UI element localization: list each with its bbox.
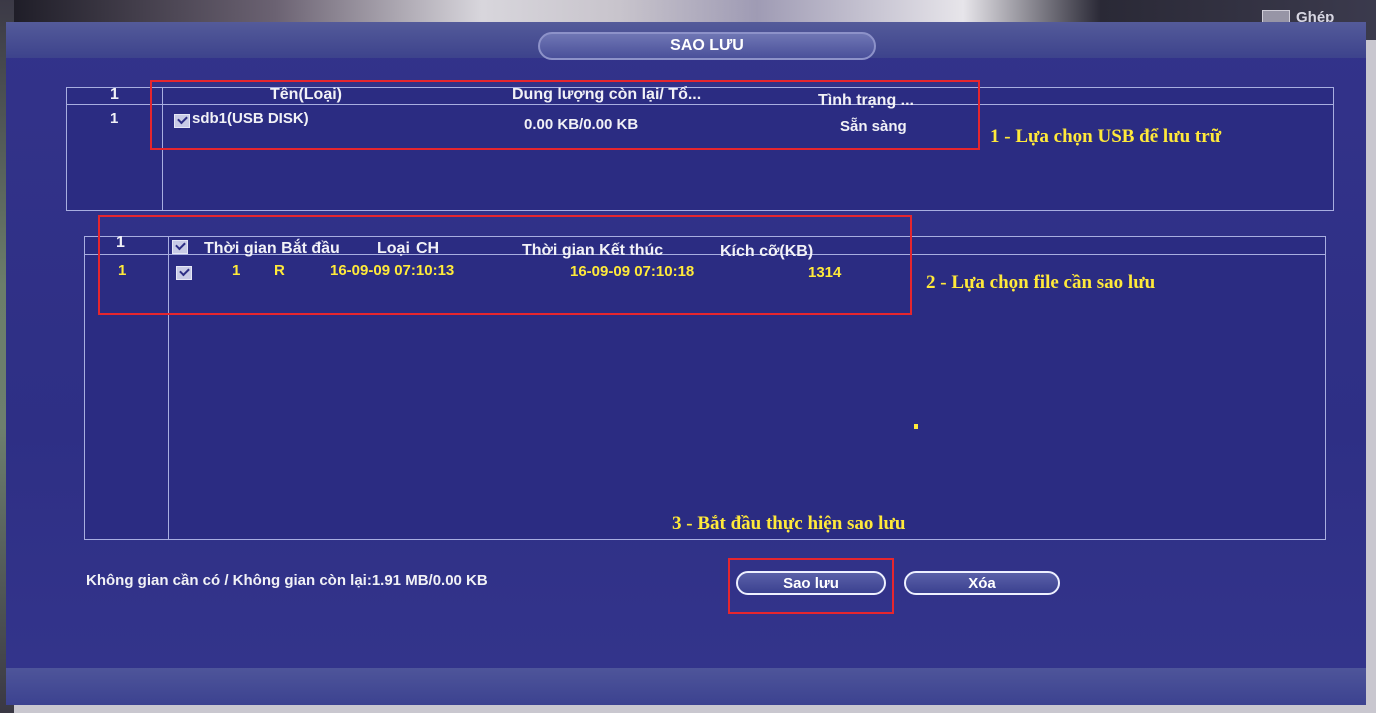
- annotation-step3: 3 - Bắt đầu thực hiện sao lưu: [672, 513, 906, 534]
- highlight-file-selection: [98, 215, 912, 315]
- space-info: Không gian cần có / Không gian còn lại:1…: [86, 572, 488, 589]
- device-row-index: 1: [110, 110, 119, 127]
- highlight-backup-button: [728, 558, 894, 614]
- highlight-usb-selection: [150, 80, 980, 150]
- window-footer: [6, 668, 1366, 705]
- cursor-dot: [914, 424, 918, 429]
- delete-button[interactable]: Xóa: [904, 571, 1060, 595]
- annotation-step2: 2 - Lựa chọn file cần sao lưu: [926, 272, 1156, 293]
- annotation-step1: 1 - Lựa chọn USB để lưu trữ: [990, 126, 1222, 147]
- window-title: SAO LƯU: [538, 32, 876, 60]
- device-col-index: 1: [110, 86, 119, 103]
